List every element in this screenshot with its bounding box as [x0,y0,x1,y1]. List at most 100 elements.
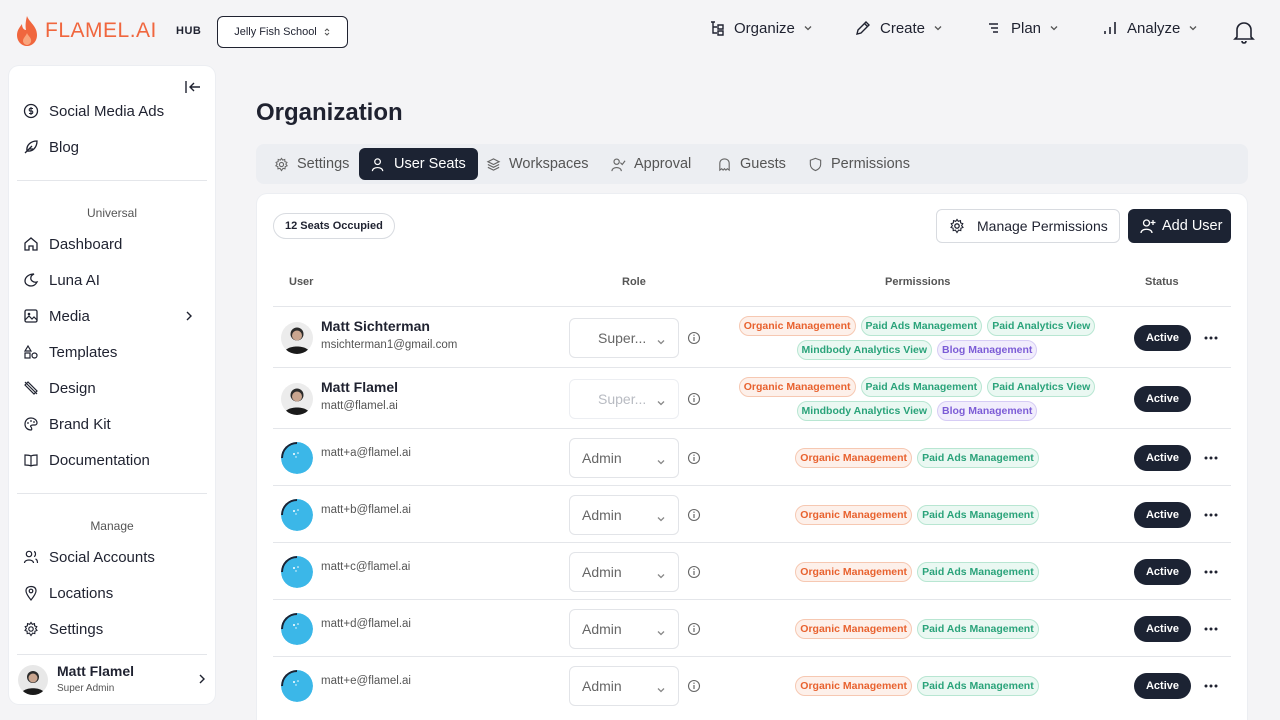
shield-icon [809,157,822,171]
role-select[interactable]: Admin [569,608,679,649]
info-icon[interactable] [687,508,701,527]
sidebar-item-label: Social Accounts [49,548,155,566]
permission-badge: Organic Management [795,618,913,639]
user-name: Matt Sichterman [321,317,430,334]
column-header-user: User [289,276,314,288]
sidebar-item-social-accounts[interactable]: Social Accounts [23,546,155,568]
tab-approval[interactable]: Approval [599,148,703,180]
sidebar-item-media[interactable]: Media [23,305,90,327]
permission-badge: Paid Ads Management [917,618,1039,639]
permissions-list: Organic Management Paid Ads Management [733,561,1101,582]
ghost-icon [719,157,730,171]
info-icon[interactable] [687,451,701,470]
nav-create[interactable]: Create [854,19,943,37]
sidebar-item-label: Locations [49,584,114,602]
permissions-list: Organic Management Paid Ads Management [733,618,1101,639]
organization-selector[interactable]: Jelly Fish School [217,16,348,48]
section-universal: Universal [86,206,137,220]
shapes-icon [23,344,38,359]
sidebar-item-label: Luna AI [49,271,100,289]
layers-icon [486,157,501,171]
logo-text: FLAMEL.AI [45,19,157,42]
sidebar-item-templates[interactable]: Templates [23,341,117,363]
permission-badge: Mindbody Analytics View [796,339,932,360]
tab-workspaces[interactable]: Workspaces [474,148,601,180]
sidebar-item-dashboard[interactable]: Dashboard [23,233,122,255]
sidebar-item-design[interactable]: Design [23,377,96,399]
table-row: Matt Sichterman msichterman1@gmail.com Sup… [273,306,1231,367]
gear-icon [275,157,288,172]
chevron-right-icon[interactable] [183,310,195,322]
role-select[interactable]: Admin [569,494,679,535]
user-email: matt@flamel.ai [321,399,398,412]
pin-icon [25,585,37,601]
info-icon[interactable] [687,331,701,350]
more-options-icon[interactable] [1203,450,1219,471]
role-select[interactable]: Super... [569,317,679,358]
sidebar-item-social-media-ads[interactable]: Social Media Ads [23,100,164,122]
info-icon[interactable] [687,622,701,641]
gear-icon [950,218,964,234]
divider [17,180,207,181]
nav-organize[interactable]: Organize [708,19,813,37]
column-header-status: Status [1145,276,1179,288]
role-select[interactable]: Admin [569,551,679,592]
sidebar-item-locations[interactable]: Locations [23,582,113,604]
column-header-role: Role [622,276,646,288]
bell-icon[interactable] [1232,19,1256,45]
more-options-icon[interactable] [1203,678,1219,699]
more-options-icon[interactable] [1203,507,1219,528]
user-email: matt+a@flamel.ai [321,446,411,459]
user-profile[interactable]: Matt Flamel Super Admin [18,663,208,699]
info-icon[interactable] [687,392,701,411]
sidebar-item-label: Brand Kit [49,415,111,433]
collapse-sidebar-icon[interactable] [184,79,202,95]
chevron-right-icon[interactable] [196,673,208,685]
sidebar-item-settings[interactable]: Settings [23,618,103,640]
nav-organize-label: Organize [734,19,795,37]
permissions-list: Organic Management Paid Ads Management Pai… [733,376,1101,421]
chevron-down-icon [656,511,666,527]
sidebar-item-label: Media [49,307,90,325]
tab-label: Approval [634,156,692,172]
tab-guests[interactable]: Guests [705,148,798,180]
more-options-icon[interactable] [1203,621,1219,642]
user-check-icon [611,158,626,171]
role-select[interactable]: Admin [569,665,679,706]
info-icon[interactable] [687,679,701,698]
permission-badge: Organic Management [795,675,913,696]
sidebar-item-blog[interactable]: Blog [23,136,79,158]
add-user-button[interactable]: Add User [1128,209,1231,243]
tab-label: Workspaces [509,156,589,172]
tab-user-seats[interactable]: User Seats [359,148,478,180]
divider [17,493,207,494]
sidebar-item-brand-kit[interactable]: Brand Kit [23,413,111,435]
tab-settings[interactable]: Settings [262,148,361,180]
sidebar-item-luna-ai[interactable]: Luna AI [23,269,100,291]
flame-icon [17,16,37,46]
manage-permissions-button[interactable]: Manage Permissions [936,209,1120,243]
more-options-icon[interactable] [1203,330,1219,351]
user-name: Matt Flamel [321,378,399,395]
sidebar-item-documentation[interactable]: Documentation [23,449,150,471]
sidebar-item-label: Dashboard [49,235,123,253]
role-select-value: Admin [582,506,622,523]
gear-icon [24,621,38,637]
permission-badge: Organic Management [795,561,913,582]
chevron-down-icon [656,568,666,584]
info-icon[interactable] [687,565,701,584]
chevron-down-icon [656,454,666,470]
user-email: matt+e@flamel.ai [321,674,411,687]
user-email: msichterman1@gmail.com [321,338,458,351]
nav-plan[interactable]: Plan [985,19,1059,37]
role-select[interactable]: Admin [569,437,679,478]
logo[interactable]: FLAMEL.AI [15,15,157,47]
nav-analyze[interactable]: Analyze [1101,19,1198,37]
more-options-icon[interactable] [1203,564,1219,585]
avatar [281,498,313,531]
permission-badge: Paid Ads Management [917,504,1039,525]
tab-permissions[interactable]: Permissions [796,148,922,180]
profile-role: Super Admin [57,683,115,694]
updown-chevron-icon [324,28,330,36]
status-badge: Active [1134,444,1191,471]
